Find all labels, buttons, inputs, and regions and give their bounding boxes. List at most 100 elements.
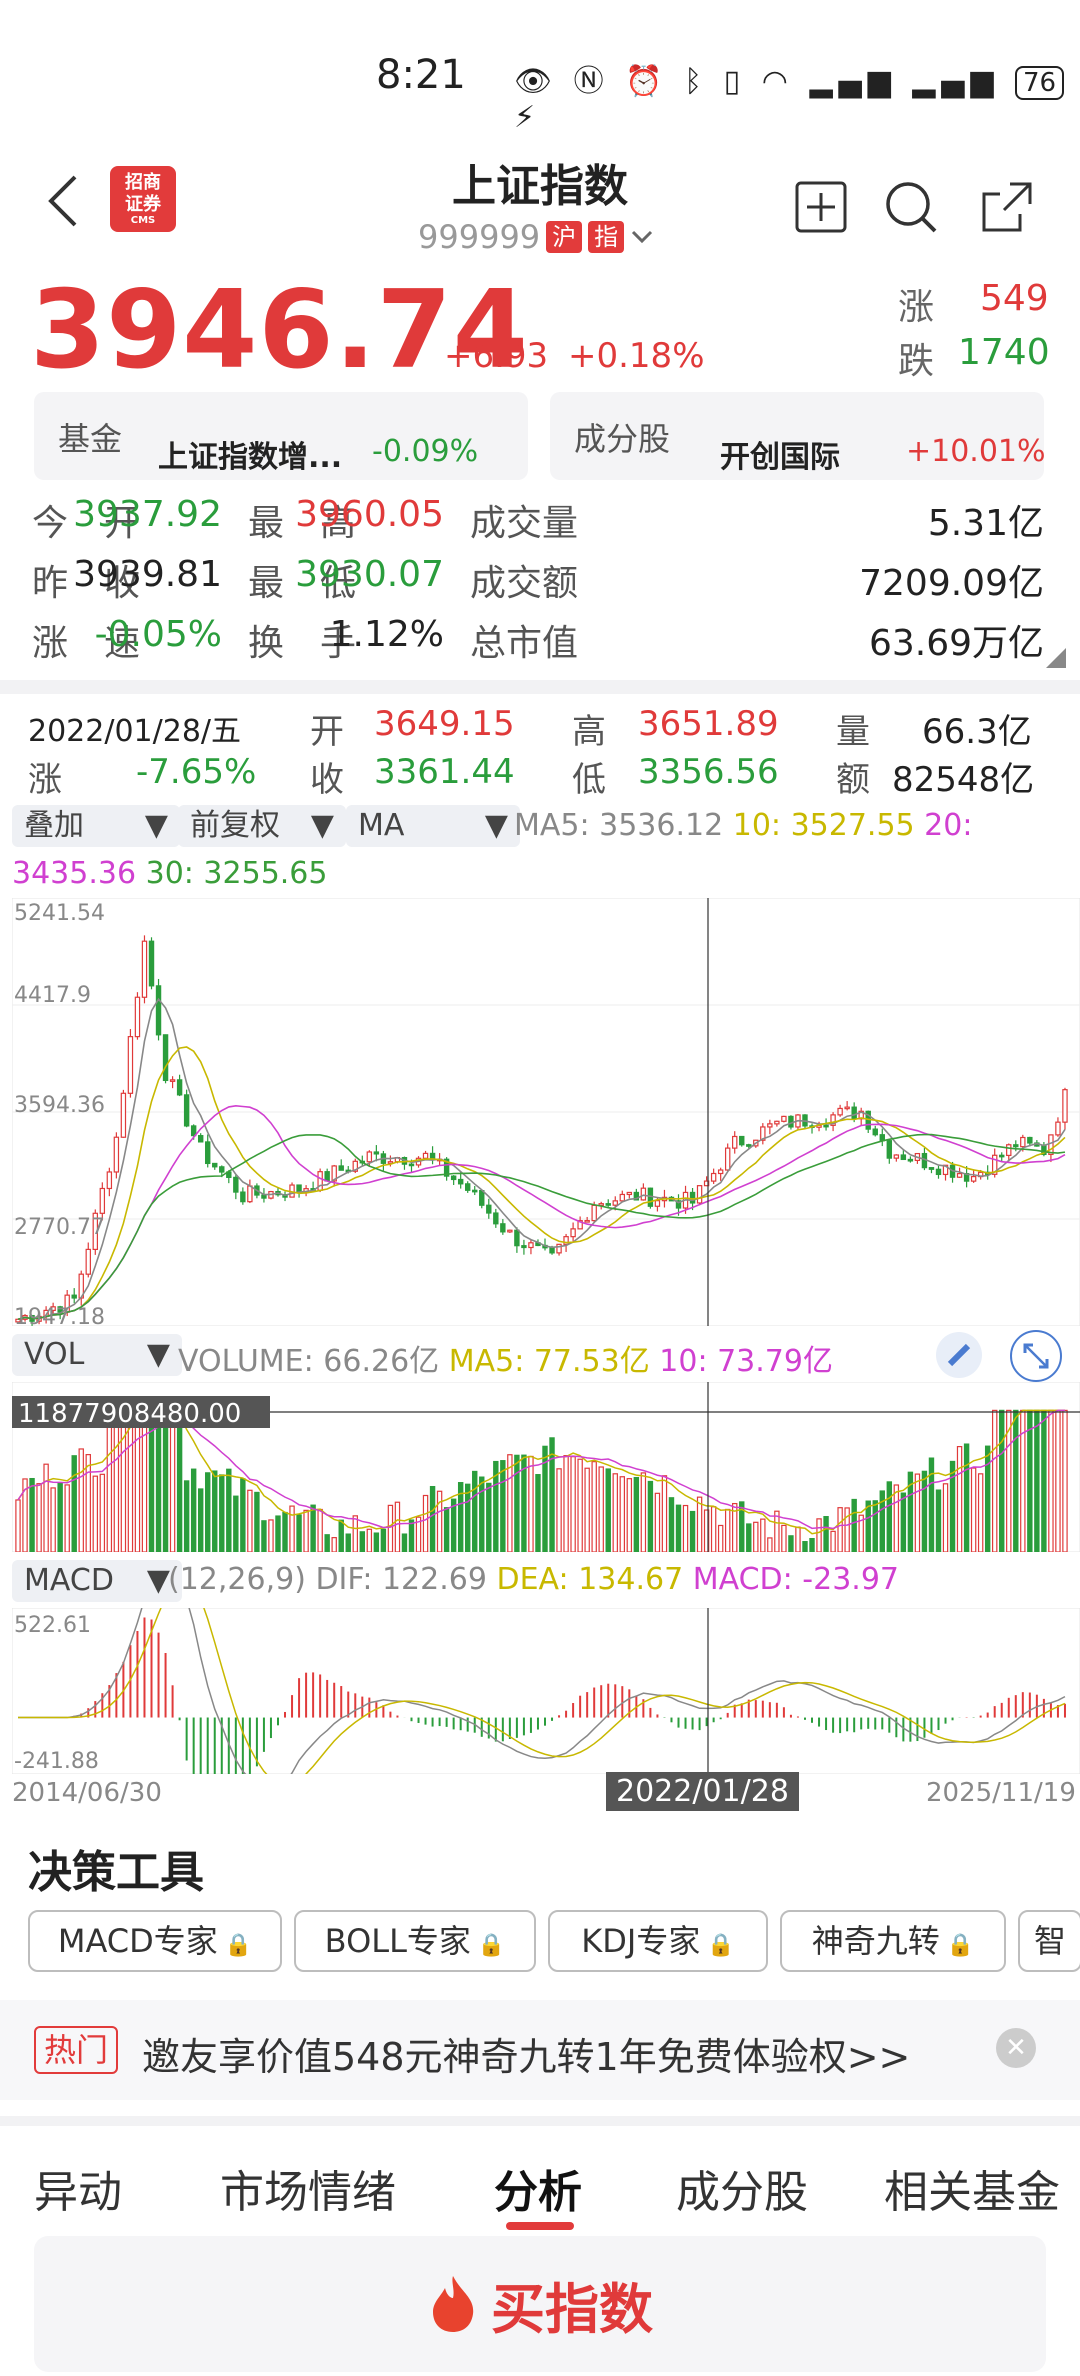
tab-related-funds[interactable]: 相关基金	[884, 2156, 1060, 2220]
pencil-icon	[947, 1343, 971, 1367]
nfc-icon: Ⓝ	[573, 64, 610, 99]
volume-bar	[50, 1487, 56, 1552]
promo-banner[interactable]: 热门 邀友享价值548元神奇九转1年免费体验权>> ✕	[0, 2000, 1080, 2100]
cursor-value: 11877908480.00	[18, 1399, 241, 1429]
macd-dea: DEA: 134.67	[496, 1562, 684, 1597]
macd-params: (12,26,9) DIF: 122.69	[168, 1562, 487, 1597]
tools-row: MACD专家 🔒 BOLL专家 🔒 KDJ专家 🔒 神奇九转 🔒 智	[28, 1910, 1080, 1974]
candle-body	[879, 1134, 885, 1142]
volume-bar	[535, 1474, 541, 1552]
volume-bar	[514, 1454, 520, 1552]
stock-code-row[interactable]: 999999 沪 指	[418, 218, 654, 256]
volume-bar	[507, 1454, 513, 1552]
volume-bar	[331, 1537, 337, 1552]
buy-index-button[interactable]: 买指数	[34, 2236, 1046, 2372]
volume-bar	[830, 1530, 836, 1552]
search-button[interactable]	[876, 172, 946, 242]
overlay-dropdown[interactable]: 叠加 ▼	[12, 805, 180, 847]
stat-value-3: 5.31亿	[927, 503, 1044, 544]
candle-body	[183, 1094, 190, 1127]
section-divider	[0, 680, 1080, 694]
candle-body	[521, 1245, 527, 1249]
tab-analysis[interactable]: 分析	[494, 2156, 582, 2220]
candle-chg: -7.65%	[136, 752, 257, 792]
volume-bar	[584, 1467, 590, 1552]
volume-bar	[710, 1506, 717, 1552]
candle-date: 2022/01/28/五	[28, 714, 242, 749]
candle-body	[212, 1162, 218, 1168]
draw-button[interactable]	[936, 1332, 982, 1378]
related-fund-card[interactable]: 基金 上证指数增... -0.09%	[34, 392, 528, 480]
tool-button[interactable]: 智	[1018, 1910, 1080, 1972]
candle-body	[893, 1154, 900, 1159]
tool-button[interactable]: MACD专家 🔒	[28, 1910, 282, 1972]
tab-movement[interactable]: 异动	[34, 2156, 122, 2220]
volume-bar	[268, 1519, 274, 1552]
tab-sentiment[interactable]: 市场情绪	[220, 2156, 396, 2220]
volume-bar	[682, 1504, 689, 1552]
volume-chart[interactable]: 11877908480.00	[12, 1382, 1080, 1552]
share-button[interactable]	[972, 172, 1042, 242]
stat-value-3: 7209.09亿	[859, 563, 1044, 604]
candle-body	[1006, 1144, 1012, 1157]
tool-button[interactable]: 神奇九转 🔒	[780, 1910, 1006, 1972]
vol-dropdown[interactable]: VOL ▼	[12, 1334, 182, 1376]
candle-body	[746, 1144, 752, 1147]
eye-icon: 👁	[514, 64, 559, 99]
candle-body	[450, 1175, 457, 1181]
volume-bar	[212, 1470, 218, 1552]
volume-bar	[183, 1480, 190, 1552]
volume-bar	[169, 1419, 176, 1552]
down-count: 1740	[958, 332, 1050, 373]
stats-table: 今开 3937.92 最高 3960.05 成交量 5.31亿昨收 3939.81 最低 393…	[32, 494, 1052, 674]
candle-low: 3356.56	[638, 752, 779, 792]
volume-bar	[640, 1472, 647, 1552]
macd-dropdown[interactable]: MACD ▼	[12, 1560, 182, 1602]
expand-corner-icon[interactable]	[1046, 648, 1066, 668]
fullscreen-button[interactable]	[1010, 1330, 1062, 1382]
volume-bar	[746, 1523, 752, 1552]
volume-bar	[345, 1533, 351, 1552]
volume-bar	[324, 1534, 330, 1552]
close-icon[interactable]: ✕	[996, 2028, 1036, 2068]
tool-button[interactable]: KDJ专家 🔒	[548, 1910, 768, 1972]
candle-body	[528, 1242, 534, 1249]
vol-legend: VOLUME: 66.26亿 MA5: 77.53亿 10: 73.79亿	[178, 1336, 833, 1380]
indicator-dropdown[interactable]: MA ▼	[346, 805, 520, 847]
volume-bar	[1027, 1409, 1033, 1552]
lock-icon: 🔒	[217, 1933, 253, 1958]
volume-bar	[296, 1514, 302, 1552]
volume-bar	[935, 1489, 942, 1552]
low-label: 低	[572, 760, 606, 800]
volume-bar	[809, 1537, 815, 1552]
volume-bar	[563, 1455, 569, 1552]
tab-components[interactable]: 成分股	[676, 2156, 808, 2220]
add-watchlist-button[interactable]	[786, 172, 856, 242]
candle-body	[366, 1151, 373, 1163]
volume-bar	[1041, 1409, 1047, 1552]
candle-body	[99, 1187, 106, 1214]
chg-label: 涨	[28, 760, 62, 800]
candlestick-chart[interactable]: 5241.54 4417.9 3594.36 2770.77 1947.18	[12, 898, 1080, 1326]
caret-down-icon: ▼	[484, 808, 508, 843]
volume-bar	[1034, 1409, 1040, 1552]
candle-high: 3651.89	[638, 704, 779, 744]
volume-bar	[591, 1461, 597, 1552]
volume-bar	[226, 1468, 232, 1552]
tools-title: 决策工具	[28, 1847, 204, 1898]
volume-bar	[162, 1421, 169, 1552]
volume-bar	[781, 1524, 787, 1552]
volume-bar	[254, 1491, 260, 1552]
macd-legend: (12,26,9) DIF: 122.69 DEA: 134.67 MACD: …	[168, 1562, 899, 1597]
volume-bar	[851, 1498, 857, 1552]
x-axis-end: 2025/11/19	[926, 1778, 1076, 1808]
tool-button[interactable]: BOLL专家 🔒	[294, 1910, 536, 1972]
adjust-dropdown[interactable]: 前复权 ▼	[178, 805, 346, 847]
volume-bar	[387, 1504, 394, 1552]
buy-index-label: 买指数	[491, 2277, 653, 2341]
candle-body	[689, 1191, 696, 1204]
macd-chart[interactable]: 522.61 -241.88	[12, 1608, 1080, 1774]
volume-bar	[865, 1500, 871, 1552]
component-stock-card[interactable]: 成分股 开创国际 +10.01%	[550, 392, 1046, 480]
volume-bar	[127, 1420, 134, 1552]
